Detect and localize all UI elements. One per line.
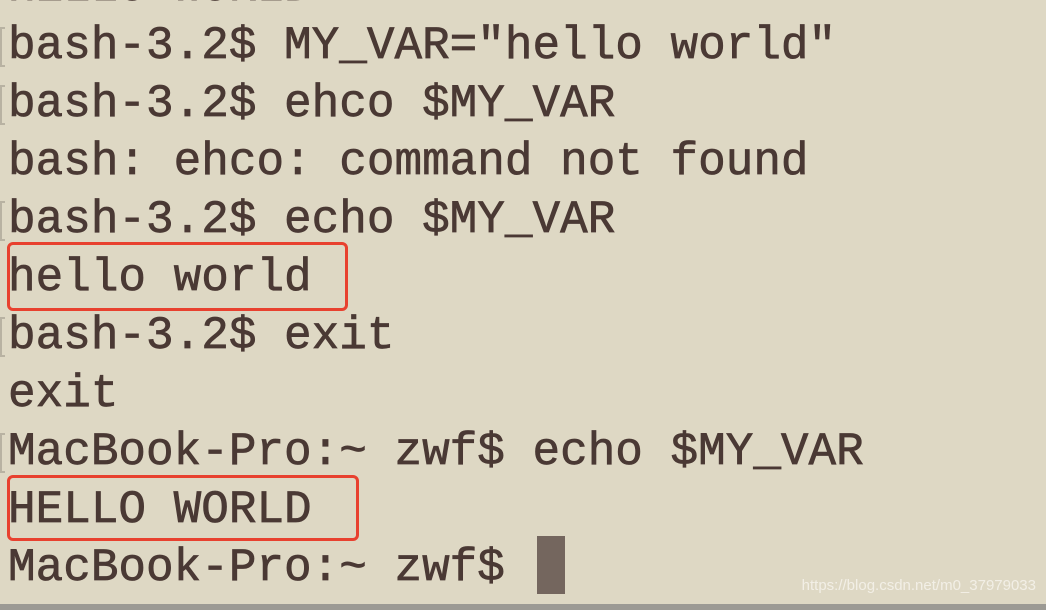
terminal-window[interactable]: HELLO WORLD bash-3.2$ MY_VAR="hello worl…: [0, 0, 1046, 604]
highlight-box-hello-world: [7, 242, 348, 311]
command-marker: [0, 317, 5, 357]
command-line: MacBook-Pro:~ zwf$ echo $MY_VAR: [8, 426, 864, 479]
highlight-box-HELLO-WORLD: [7, 475, 359, 541]
command-line: bash-3.2$ ehco $MY_VAR: [8, 78, 616, 131]
command-marker: [0, 433, 5, 473]
command-marker: [0, 27, 5, 67]
text-cursor: [537, 536, 565, 594]
window-bottom-edge: [0, 604, 1046, 610]
watermark: https://blog.csdn.net/m0_37979033: [801, 577, 1036, 594]
command-line: bash-3.2$ exit: [8, 310, 395, 363]
command-marker: [0, 201, 5, 241]
prompt-line[interactable]: MacBook-Pro:~ zwf$: [8, 539, 533, 597]
output-line: HELLO WORLD: [8, 0, 312, 17]
command-line: bash-3.2$ echo $MY_VAR: [8, 194, 616, 247]
command-line: bash-3.2$ MY_VAR="hello world": [8, 20, 837, 73]
command-marker: [0, 85, 5, 125]
output-line: exit: [8, 368, 119, 421]
error-line: bash: ehco: command not found: [8, 136, 809, 189]
